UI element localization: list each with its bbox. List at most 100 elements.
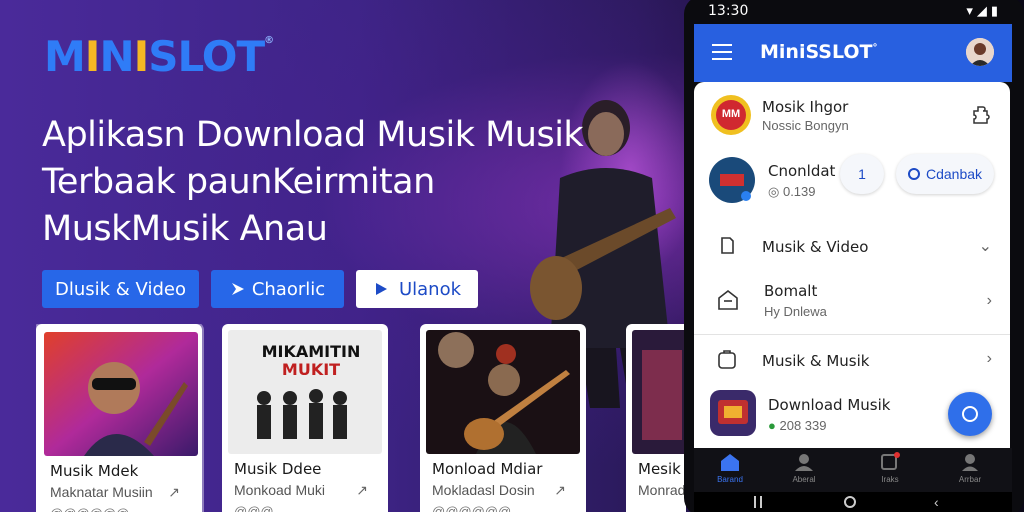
menu-item[interactable]: Bomalt Hy Dnlewa ›: [694, 274, 1010, 330]
brand-letter: I: [133, 32, 150, 81]
home-icon: [718, 289, 738, 310]
info-button[interactable]: 1: [840, 154, 884, 194]
nav-home[interactable]: Barand: [700, 452, 760, 484]
music-video-button[interactable]: Dlusik & Video: [42, 270, 199, 308]
status-time: 13:30: [708, 3, 749, 19]
brand-logo: MINISLOT®: [44, 35, 274, 78]
brand-letter: SLOT: [148, 32, 265, 81]
nav-label: Arrbar: [958, 475, 982, 484]
menu-label: Musik & Musik: [762, 352, 870, 370]
hero-headline: Aplikasn Download Musik Musik Terbaak pa…: [42, 112, 662, 253]
cta-row: Dlusik & Video Chaorlic Ulanok: [42, 270, 478, 308]
status-icons: ▾◢▮: [966, 3, 1002, 18]
logo-text: MM: [721, 108, 741, 120]
poster-subtitle: MUKIT: [281, 360, 341, 379]
item-count: 208 339: [779, 418, 827, 433]
item-title: Mosik Ihgor: [762, 98, 849, 116]
profile-icon: [962, 454, 978, 471]
arrow-right-icon[interactable]: ↗: [554, 482, 566, 499]
item-subtitle: Nossic Bongyn: [762, 118, 849, 133]
recents-icon[interactable]: [754, 496, 756, 508]
app-icon: [710, 390, 756, 436]
nav-label: Iraks: [881, 475, 899, 484]
card-title: Mesik: [638, 460, 681, 478]
nav-artists[interactable]: Aberal: [774, 452, 834, 484]
favorite-button[interactable]: Chaorlic: [211, 270, 344, 308]
card-title: Musik Ddee: [234, 460, 322, 478]
person-icon: [966, 38, 994, 66]
menu-icon[interactable]: [712, 44, 732, 60]
music-card[interactable]: Mesik Monrad: [626, 324, 686, 512]
arrow-right-icon[interactable]: ↗: [356, 482, 368, 499]
item-title: Cnonldat: [768, 162, 836, 180]
card-subtitle: Maknatar Musiin: [50, 484, 153, 500]
arrow-right-icon[interactable]: ↗: [168, 484, 180, 501]
nav-profile[interactable]: Arrbar: [940, 452, 1000, 484]
menu-item[interactable]: Musik & Video ⌄: [694, 224, 1010, 268]
card-meta: @@@@@@: [50, 506, 129, 512]
list-item[interactable]: MM Mosik Ihgor Nossic Bongyn: [694, 82, 1010, 150]
headline-line: MuskMusik Anau: [42, 209, 328, 249]
item-subtitle: ● 208 339: [768, 418, 826, 433]
menu-label: Musik & Video: [762, 238, 869, 256]
circle-icon: [907, 168, 920, 180]
card-subtitle: Mokladasl Dosin: [432, 482, 535, 498]
bottom-nav: Barand Aberal Iraks Arrbar: [694, 448, 1012, 492]
check-icon: ●: [768, 418, 776, 433]
menu-sublabel: Hy Dnlewa: [764, 304, 827, 319]
play-label: Ulanok: [398, 278, 462, 300]
chevron-right-icon: ›: [986, 350, 992, 367]
play-icon: [375, 283, 387, 295]
poster-title: MIKAMITIN: [261, 342, 361, 361]
person-icon: [795, 454, 813, 471]
message-icon: [881, 452, 900, 470]
list-item[interactable]: Cnonldat ◎ 0.139 1 Cdanbak: [694, 150, 1010, 220]
nav-tracks[interactable]: Iraks: [860, 452, 920, 484]
card-title: Monload Mdiar: [432, 460, 543, 478]
nav-label: Aberal: [792, 475, 816, 484]
registered-mark: ®: [264, 35, 274, 46]
status-bar: 13:30 ▾◢▮: [694, 0, 1012, 24]
menu-label: Bomalt: [764, 282, 818, 300]
divider: [694, 334, 1010, 335]
brand-letter: N: [99, 32, 134, 81]
back-icon[interactable]: ‹: [934, 494, 939, 510]
play-button[interactable]: Ulanok: [356, 270, 478, 308]
music-video-label: Dlusik & Video: [55, 278, 186, 300]
favorite-label: Chaorlic: [251, 278, 326, 300]
brand-letter: I: [84, 32, 101, 81]
card-title: Musik Mdek: [50, 462, 139, 480]
item-title: Download Musik: [768, 396, 891, 414]
music-card[interactable]: Musik Mdek Maknatar Musiin ↗ @@@@@@: [36, 324, 202, 512]
puzzle-icon[interactable]: [972, 104, 994, 126]
card-image: [632, 330, 686, 454]
feedback-label: Cdanbak: [925, 166, 983, 182]
home-icon: [721, 454, 739, 471]
music-icon: [721, 237, 734, 254]
music-card[interactable]: MIKAMITIN MUKIT Musik Ddee Monkoad Muki …: [222, 324, 388, 512]
app-title-text: MiniSSLOT: [760, 41, 873, 63]
chevron-down-icon: ⌄: [978, 238, 992, 255]
card-image: [44, 332, 198, 456]
registered-mark: °: [872, 42, 878, 54]
headline-line: Aplikasn Download Musik Musik: [42, 115, 584, 155]
avatar[interactable]: [966, 38, 994, 66]
card-meta: @@@@@@: [432, 504, 512, 512]
bag-icon: [718, 350, 736, 369]
item-subtitle: ◎ 0.139: [768, 184, 816, 199]
app-bar: MiniSSLOT°: [694, 24, 1012, 82]
circle-icon: [962, 406, 978, 422]
card-meta: @@@: [234, 504, 274, 512]
feedback-button[interactable]: Cdanbak: [896, 154, 994, 194]
brand-letter: M: [44, 32, 86, 81]
chevron-right-icon: ›: [986, 292, 992, 309]
home-nav-icon[interactable]: [844, 496, 856, 508]
card-image: [426, 330, 580, 454]
fab-button[interactable]: [948, 392, 992, 436]
menu-item[interactable]: Musik & Musik ›: [694, 338, 1010, 382]
info-label: 1: [858, 166, 866, 182]
item-count: 0.139: [782, 184, 816, 199]
card-subtitle: Monkoad Muki: [234, 482, 326, 498]
card-subtitle: Monrad: [638, 482, 686, 498]
music-card[interactable]: Monload Mdiar Mokladasl Dosin ↗ @@@@@@: [420, 324, 586, 512]
